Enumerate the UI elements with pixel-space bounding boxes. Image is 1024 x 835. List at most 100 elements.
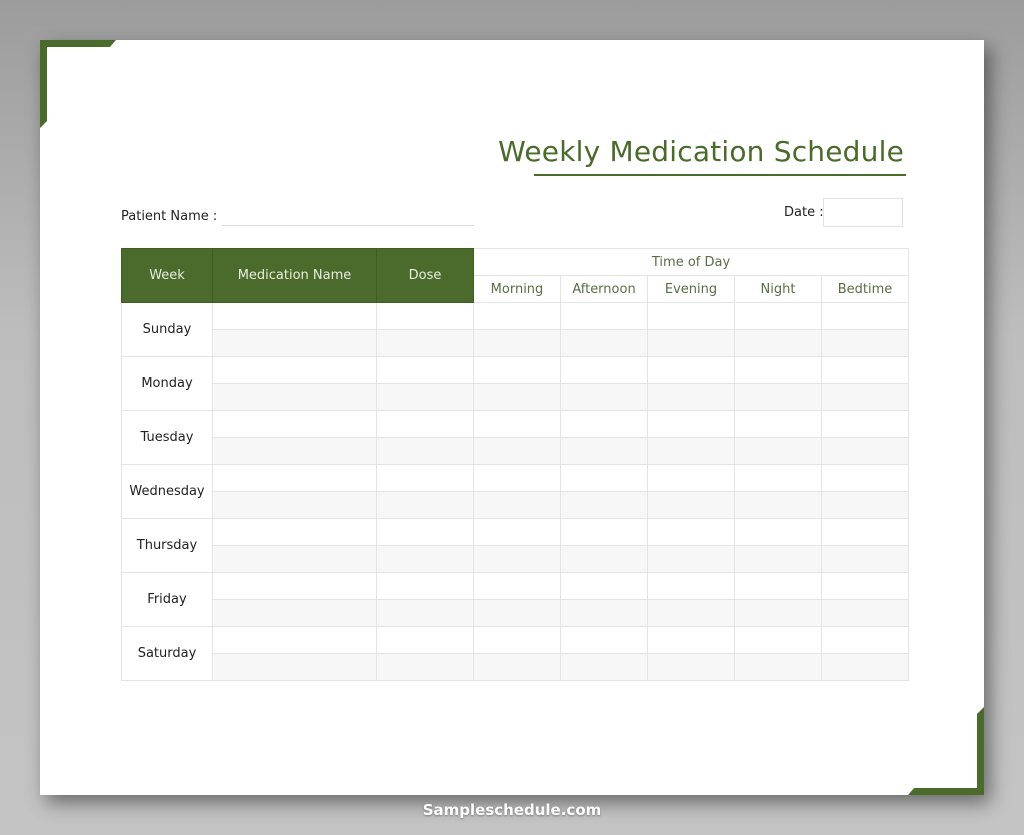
bedtime-cell[interactable] (820, 383, 910, 411)
morning-cell[interactable] (473, 518, 561, 546)
evening-cell[interactable] (647, 410, 735, 438)
afternoon-cell[interactable] (560, 302, 648, 330)
morning-cell[interactable] (473, 572, 561, 600)
medication-name-cell[interactable] (212, 599, 377, 627)
afternoon-cell[interactable] (560, 572, 648, 600)
medication-name-cell[interactable] (212, 545, 377, 573)
dose-cell[interactable] (376, 437, 474, 465)
bedtime-cell[interactable] (820, 410, 910, 438)
morning-cell[interactable] (473, 491, 561, 519)
morning-cell[interactable] (473, 302, 561, 330)
evening-cell[interactable] (647, 599, 735, 627)
bedtime-cell[interactable] (820, 572, 910, 600)
evening-cell[interactable] (647, 545, 735, 573)
night-cell[interactable] (734, 653, 822, 681)
night-cell[interactable] (734, 572, 822, 600)
evening-cell[interactable] (647, 464, 735, 492)
bedtime-cell[interactable] (820, 491, 910, 519)
medication-name-cell[interactable] (212, 626, 377, 654)
medication-name-cell[interactable] (212, 518, 377, 546)
evening-cell[interactable] (647, 518, 735, 546)
medication-name-cell[interactable] (212, 410, 377, 438)
morning-cell[interactable] (473, 464, 561, 492)
bedtime-cell[interactable] (820, 518, 910, 546)
dose-cell[interactable] (376, 356, 474, 384)
night-cell[interactable] (734, 518, 822, 546)
bedtime-cell[interactable] (820, 329, 910, 357)
bedtime-cell[interactable] (820, 545, 910, 573)
morning-cell[interactable] (473, 653, 561, 681)
medication-name-cell[interactable] (212, 491, 377, 519)
morning-cell[interactable] (473, 545, 561, 573)
dose-cell[interactable] (376, 329, 474, 357)
afternoon-cell[interactable] (560, 653, 648, 681)
medication-name-cell[interactable] (212, 464, 377, 492)
morning-cell[interactable] (473, 599, 561, 627)
date-field[interactable] (823, 198, 903, 227)
bedtime-cell[interactable] (820, 302, 910, 330)
evening-cell[interactable] (647, 653, 735, 681)
night-cell[interactable] (734, 545, 822, 573)
night-cell[interactable] (734, 383, 822, 411)
bedtime-cell[interactable] (820, 437, 910, 465)
dose-cell[interactable] (376, 410, 474, 438)
morning-cell[interactable] (473, 356, 561, 384)
afternoon-cell[interactable] (560, 626, 648, 654)
afternoon-cell[interactable] (560, 410, 648, 438)
bedtime-cell[interactable] (820, 356, 910, 384)
morning-cell[interactable] (473, 626, 561, 654)
evening-cell[interactable] (647, 383, 735, 411)
medication-name-cell[interactable] (212, 356, 377, 384)
afternoon-cell[interactable] (560, 599, 648, 627)
morning-cell[interactable] (473, 329, 561, 357)
patient-name-field[interactable] (222, 225, 474, 226)
dose-cell[interactable] (376, 464, 474, 492)
bedtime-cell[interactable] (820, 653, 910, 681)
dose-cell[interactable] (376, 302, 474, 330)
night-cell[interactable] (734, 302, 822, 330)
dose-cell[interactable] (376, 653, 474, 681)
dose-cell[interactable] (376, 599, 474, 627)
medication-name-cell[interactable] (212, 572, 377, 600)
night-cell[interactable] (734, 329, 822, 357)
dose-cell[interactable] (376, 545, 474, 573)
afternoon-cell[interactable] (560, 437, 648, 465)
afternoon-cell[interactable] (560, 329, 648, 357)
evening-cell[interactable] (647, 572, 735, 600)
afternoon-cell[interactable] (560, 464, 648, 492)
night-cell[interactable] (734, 356, 822, 384)
dose-cell[interactable] (376, 626, 474, 654)
evening-cell[interactable] (647, 302, 735, 330)
afternoon-cell[interactable] (560, 356, 648, 384)
evening-cell[interactable] (647, 329, 735, 357)
medication-name-cell[interactable] (212, 437, 377, 465)
night-cell[interactable] (734, 464, 822, 492)
night-cell[interactable] (734, 410, 822, 438)
morning-cell[interactable] (473, 437, 561, 465)
evening-cell[interactable] (647, 626, 735, 654)
night-cell[interactable] (734, 437, 822, 465)
bedtime-cell[interactable] (820, 464, 910, 492)
afternoon-cell[interactable] (560, 545, 648, 573)
medication-name-cell[interactable] (212, 653, 377, 681)
afternoon-cell[interactable] (560, 518, 648, 546)
dose-cell[interactable] (376, 518, 474, 546)
bedtime-cell[interactable] (820, 599, 910, 627)
dose-cell[interactable] (376, 572, 474, 600)
night-cell[interactable] (734, 626, 822, 654)
evening-cell[interactable] (647, 356, 735, 384)
dose-cell[interactable] (376, 491, 474, 519)
morning-cell[interactable] (473, 383, 561, 411)
morning-cell[interactable] (473, 410, 561, 438)
evening-cell[interactable] (647, 437, 735, 465)
evening-cell[interactable] (647, 491, 735, 519)
medication-name-cell[interactable] (212, 302, 377, 330)
night-cell[interactable] (734, 599, 822, 627)
medication-name-cell[interactable] (212, 383, 377, 411)
afternoon-cell[interactable] (560, 491, 648, 519)
medication-name-cell[interactable] (212, 329, 377, 357)
night-cell[interactable] (734, 491, 822, 519)
afternoon-cell[interactable] (560, 383, 648, 411)
dose-cell[interactable] (376, 383, 474, 411)
bedtime-cell[interactable] (820, 626, 910, 654)
